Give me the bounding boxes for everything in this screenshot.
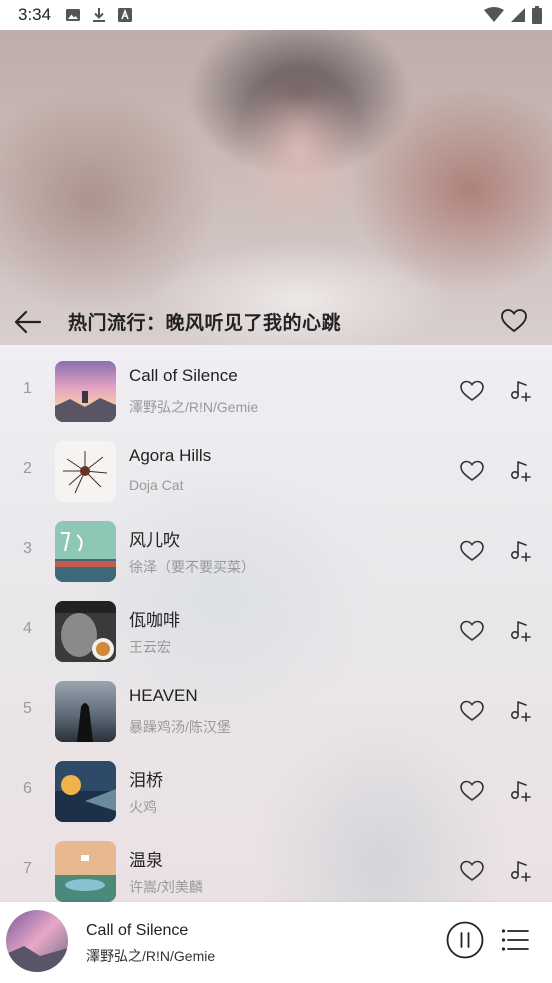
song-row[interactable]: 7 温泉 许嵩/刘美麟 (0, 830, 552, 902)
like-heart-icon[interactable] (459, 459, 485, 483)
now-playing-title: Call of Silence (86, 922, 189, 939)
like-heart-icon[interactable] (459, 619, 485, 643)
song-index: 6 (23, 780, 32, 797)
song-index: 2 (23, 460, 32, 477)
song-artist: 火鸡 (129, 799, 157, 815)
add-to-playlist-icon[interactable] (509, 459, 533, 483)
album-cover (55, 761, 116, 822)
song-artist: 许嵩/刘美麟 (129, 879, 203, 895)
song-title: 佤咖啡 (129, 611, 180, 630)
playlist-queue-icon[interactable] (501, 928, 529, 952)
song-artist: Doja Cat (129, 477, 184, 493)
add-to-playlist-icon[interactable] (509, 859, 533, 883)
song-index: 7 (23, 860, 32, 877)
add-to-playlist-icon[interactable] (509, 699, 533, 723)
song-title: Call of Silence (129, 366, 238, 385)
song-index: 1 (23, 380, 32, 397)
add-to-playlist-icon[interactable] (509, 779, 533, 803)
album-cover (55, 441, 116, 502)
song-artist: 暴躁鸡汤/陈汉堡 (129, 719, 231, 735)
song-index: 4 (23, 620, 32, 637)
now-playing-cover[interactable] (6, 910, 68, 972)
text-a-icon (118, 8, 133, 22)
favorite-heart-icon[interactable] (500, 307, 528, 335)
song-artist: 澤野弘之/R!N/Gemie (129, 399, 259, 415)
wifi-icon (484, 7, 504, 22)
download-icon (93, 8, 106, 22)
battery-icon (532, 6, 542, 24)
album-cover (55, 601, 116, 662)
like-heart-icon[interactable] (459, 699, 485, 723)
like-heart-icon[interactable] (459, 779, 485, 803)
song-artist: 王云宏 (129, 639, 171, 655)
song-index: 5 (23, 700, 32, 717)
song-row[interactable]: 5 HEAVEN 暴躁鸡汤/陈汉堡 (0, 670, 552, 750)
add-to-playlist-icon[interactable] (509, 379, 533, 403)
pause-icon[interactable] (446, 921, 484, 959)
song-row[interactable]: 3 风儿吹 徐泽（要不要买菜） (0, 510, 552, 590)
add-to-playlist-icon[interactable] (509, 619, 533, 643)
like-heart-icon[interactable] (459, 859, 485, 883)
song-artist: 徐泽（要不要买菜） (129, 559, 255, 575)
signal-icon (511, 8, 525, 22)
song-list: 1 Call of Silence 澤野弘之/R!N/Gemie 2 Agora… (0, 350, 552, 902)
song-row[interactable]: 1 Call of Silence 澤野弘之/R!N/Gemie (0, 350, 552, 430)
back-arrow-icon[interactable] (12, 308, 44, 336)
add-to-playlist-icon[interactable] (509, 539, 533, 563)
song-title: HEAVEN (129, 686, 198, 705)
page-title: 热门流行：晚风听见了我的心跳 (68, 313, 342, 334)
album-cover (55, 361, 116, 422)
album-cover (55, 841, 116, 902)
image-icon (66, 9, 81, 21)
song-row[interactable]: 4 佤咖啡 王云宏 (0, 590, 552, 670)
playlist-header: 热门流行：晚风听见了我的心跳 (0, 300, 552, 344)
status-bar: 3:34 (0, 0, 552, 30)
status-time: 3:34 (18, 5, 52, 24)
like-heart-icon[interactable] (459, 539, 485, 563)
song-index: 3 (23, 540, 32, 557)
song-row[interactable]: 6 泪桥 火鸡 (0, 750, 552, 830)
album-cover (55, 521, 116, 582)
header-cover-image (0, 0, 552, 350)
like-heart-icon[interactable] (459, 379, 485, 403)
album-cover (55, 681, 116, 742)
song-title: Agora Hills (129, 446, 212, 465)
song-title: 泪桥 (129, 771, 163, 790)
now-playing-artist: 澤野弘之/R!N/Gemie (86, 948, 216, 964)
song-title: 风儿吹 (129, 531, 180, 550)
song-row[interactable]: 2 Agora Hills Doja Cat (0, 430, 552, 510)
song-title: 温泉 (129, 851, 163, 870)
mini-player[interactable]: Call of Silence 澤野弘之/R!N/Gemie (0, 902, 552, 983)
